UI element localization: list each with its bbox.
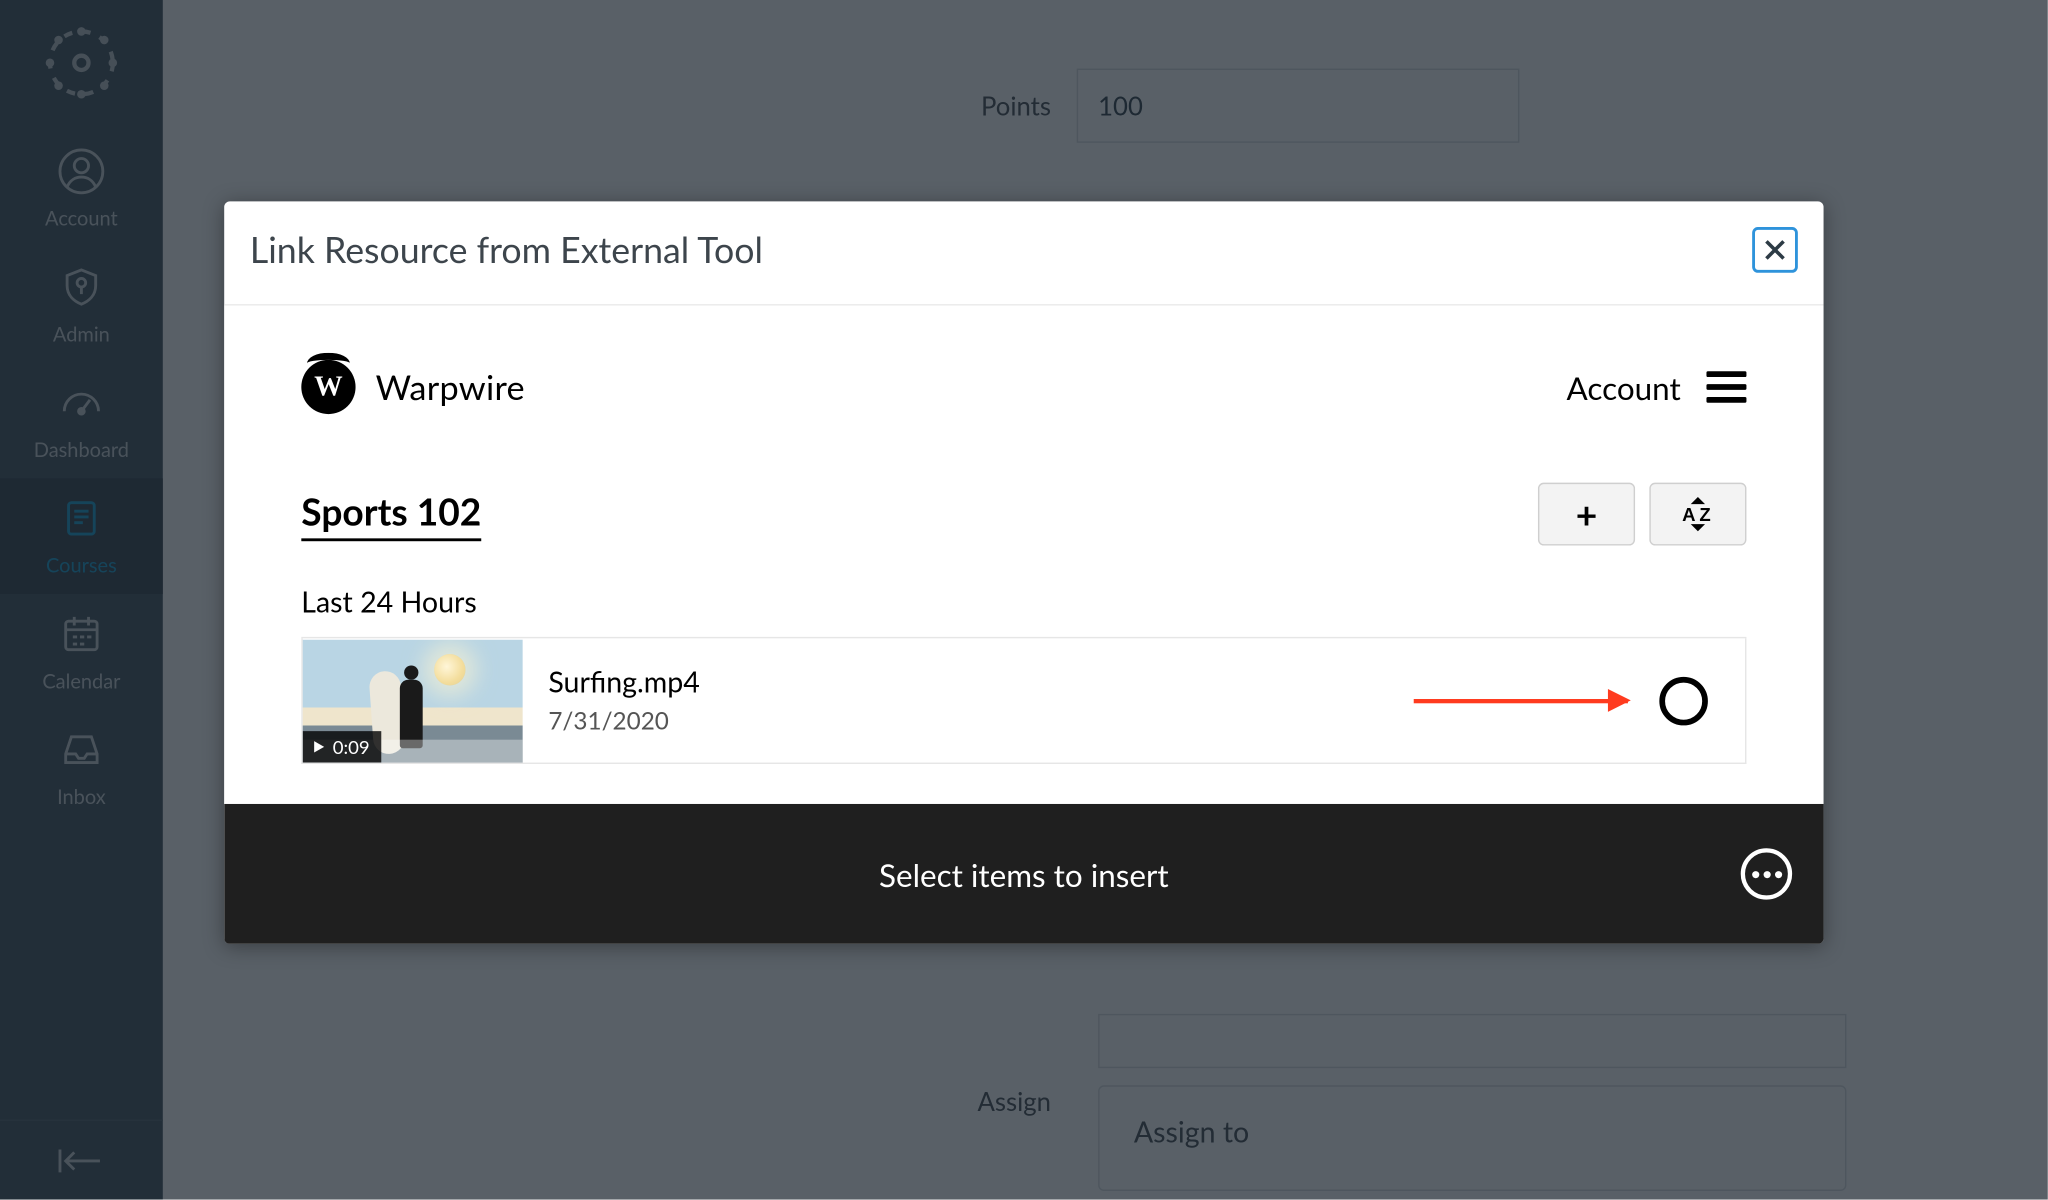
svg-text:A: A [1682,504,1695,525]
menu-button[interactable] [1706,371,1746,402]
dialog-header: Link Resource from External Tool [224,201,1823,305]
media-item[interactable]: 0:09 Surfing.mp4 7/31/2020 [301,638,1746,764]
svg-text:Z: Z [1699,504,1710,525]
link-resource-dialog: Link Resource from External Tool W Warpw… [224,201,1823,944]
media-name: Surfing.mp4 [548,665,699,699]
sort-button[interactable]: A Z [1649,483,1746,546]
duration-badge: 0:09 [303,730,381,761]
account-link[interactable]: Account [1567,368,1681,407]
dialog-title: Link Resource from External Tool [250,228,763,271]
add-button[interactable]: + [1538,483,1635,546]
warpwire-logo-icon: W [301,360,355,414]
media-list: 0:09 Surfing.mp4 7/31/2020 [301,637,1746,764]
close-icon [1764,238,1787,261]
ellipsis-icon [1751,870,1781,877]
warpwire-panel: W Warpwire Account Sports 102 + [224,306,1823,804]
media-date: 7/31/2020 [548,705,699,735]
annotation-arrow [1414,698,1628,702]
play-icon [314,740,324,751]
section-heading: Last 24 Hours [301,585,1746,619]
close-button[interactable] [1752,227,1798,273]
dialog-footer: Select items to insert [224,804,1823,944]
course-title[interactable]: Sports 102 [301,488,481,541]
warpwire-brand: W Warpwire [301,360,525,414]
more-options-button[interactable] [1741,848,1792,899]
media-thumbnail: 0:09 [303,639,523,762]
sort-az-icon: A Z [1674,494,1723,534]
warpwire-brand-name: Warpwire [376,366,525,407]
plus-icon: + [1576,491,1598,537]
select-radio[interactable] [1659,676,1708,725]
footer-text: Select items to insert [879,855,1169,894]
media-meta: Surfing.mp4 7/31/2020 [523,665,700,735]
